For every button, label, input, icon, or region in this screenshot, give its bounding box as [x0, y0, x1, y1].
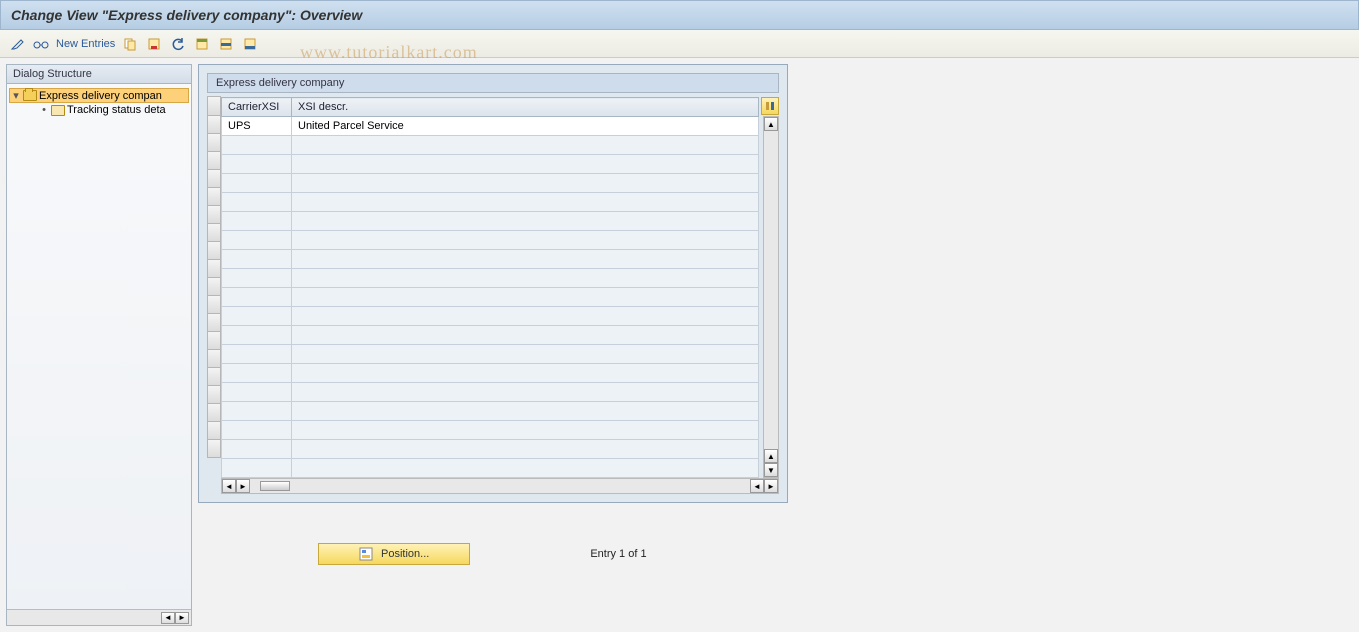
- row-header[interactable]: [207, 277, 221, 296]
- row-header[interactable]: [207, 385, 221, 404]
- table-row-empty[interactable]: [222, 402, 759, 421]
- table-row-empty[interactable]: [222, 174, 759, 193]
- row-header[interactable]: [207, 403, 221, 422]
- tree-label: Tracking status deta: [67, 104, 166, 116]
- scroll-left-button[interactable]: ◄: [222, 479, 236, 493]
- row-header[interactable]: [207, 421, 221, 440]
- table-row-empty[interactable]: [222, 383, 759, 402]
- new-entries-button[interactable]: New Entries: [56, 38, 115, 50]
- tree: ▾ Express delivery compan • Tracking sta…: [7, 84, 191, 609]
- tree-node-tracking-status[interactable]: • Tracking status deta: [9, 103, 189, 117]
- copy-icon[interactable]: [121, 35, 139, 53]
- scroll-right-inner-button[interactable]: ►: [236, 479, 250, 493]
- table-row-empty[interactable]: [222, 193, 759, 212]
- row-header[interactable]: [207, 187, 221, 206]
- col-carrier[interactable]: CarrierXSI: [222, 98, 292, 117]
- tree-node-express-delivery[interactable]: ▾ Express delivery compan: [9, 88, 189, 103]
- content-area: Express delivery company CarrierXSI XSI …: [192, 58, 1359, 632]
- footer: Position... Entry 1 of 1: [198, 543, 1353, 565]
- folder-closed-icon: [51, 105, 65, 116]
- scroll-down-button[interactable]: ▲: [764, 449, 778, 463]
- row-header[interactable]: [207, 295, 221, 314]
- grid-panel: Express delivery company CarrierXSI XSI …: [198, 64, 788, 503]
- position-button[interactable]: Position...: [318, 543, 470, 565]
- cell-carrier[interactable]: UPS: [222, 117, 292, 136]
- entry-count: Entry 1 of 1: [590, 548, 646, 560]
- table-row-empty[interactable]: [222, 231, 759, 250]
- row-header[interactable]: [207, 241, 221, 260]
- row-header[interactable]: [207, 133, 221, 152]
- select-block-icon[interactable]: [217, 35, 235, 53]
- expand-icon[interactable]: ▾: [11, 89, 21, 102]
- row-header[interactable]: [207, 151, 221, 170]
- position-label: Position...: [381, 548, 429, 560]
- row-header[interactable]: [207, 223, 221, 242]
- deselect-all-icon[interactable]: [241, 35, 259, 53]
- grid-title: Express delivery company: [207, 73, 779, 93]
- table-row-empty[interactable]: [222, 364, 759, 383]
- vertical-scrollbar[interactable]: ▲ ▲ ▼: [763, 116, 779, 478]
- select-all-icon[interactable]: [193, 35, 211, 53]
- undo-icon[interactable]: [169, 35, 187, 53]
- configure-columns-icon[interactable]: [761, 97, 779, 115]
- table-row-empty[interactable]: [222, 250, 759, 269]
- scroll-left-button[interactable]: ◄: [161, 612, 175, 624]
- table-row-empty[interactable]: [222, 288, 759, 307]
- tree-label: Express delivery compan: [39, 90, 162, 102]
- row-header[interactable]: [207, 331, 221, 350]
- table-row-empty[interactable]: [222, 459, 759, 478]
- save-variant-icon[interactable]: [145, 35, 163, 53]
- row-header[interactable]: [207, 349, 221, 368]
- scroll-down-button2[interactable]: ▼: [764, 463, 778, 477]
- table-row-empty[interactable]: [222, 269, 759, 288]
- row-header[interactable]: [207, 313, 221, 332]
- table-row-empty[interactable]: [222, 345, 759, 364]
- glasses-icon[interactable]: [32, 35, 50, 53]
- table-row-empty[interactable]: [222, 421, 759, 440]
- row-headers: [207, 97, 221, 478]
- scroll-right-button[interactable]: ►: [175, 612, 189, 624]
- toolbar: New Entries: [0, 30, 1359, 58]
- position-icon: [359, 547, 373, 561]
- window-title: Change View "Express delivery company": …: [0, 0, 1359, 30]
- row-header[interactable]: [207, 169, 221, 188]
- sidebar-hscroll: ◄ ►: [7, 609, 191, 625]
- folder-open-icon: [23, 90, 37, 101]
- table-row-empty[interactable]: [222, 155, 759, 174]
- sidebar-header: Dialog Structure: [7, 65, 191, 84]
- data-grid[interactable]: CarrierXSI XSI descr. UPSUnited Parcel S…: [221, 97, 759, 478]
- scroll-thumb[interactable]: [260, 481, 290, 491]
- row-header[interactable]: [207, 259, 221, 278]
- bullet-icon: •: [39, 104, 49, 116]
- table-row-empty[interactable]: [222, 136, 759, 155]
- table-row-empty[interactable]: [222, 307, 759, 326]
- row-header[interactable]: [207, 205, 221, 224]
- col-desc[interactable]: XSI descr.: [292, 98, 759, 117]
- scroll-up-button[interactable]: ▲: [764, 117, 778, 131]
- table-row-empty[interactable]: [222, 212, 759, 231]
- row-header[interactable]: [207, 367, 221, 386]
- cell-desc[interactable]: United Parcel Service: [292, 117, 759, 136]
- table-row-empty[interactable]: [222, 440, 759, 459]
- table-row[interactable]: UPSUnited Parcel Service: [222, 117, 759, 136]
- scroll-left-end-button[interactable]: ◄: [750, 479, 764, 493]
- table-row-empty[interactable]: [222, 326, 759, 345]
- scroll-right-end-button[interactable]: ►: [764, 479, 778, 493]
- row-header[interactable]: [207, 115, 221, 134]
- toggle-icon[interactable]: [8, 35, 26, 53]
- dialog-structure-panel: Dialog Structure ▾ Express delivery comp…: [6, 64, 192, 626]
- row-header[interactable]: [207, 439, 221, 458]
- horizontal-scrollbar[interactable]: ◄ ► ◄ ►: [221, 478, 779, 494]
